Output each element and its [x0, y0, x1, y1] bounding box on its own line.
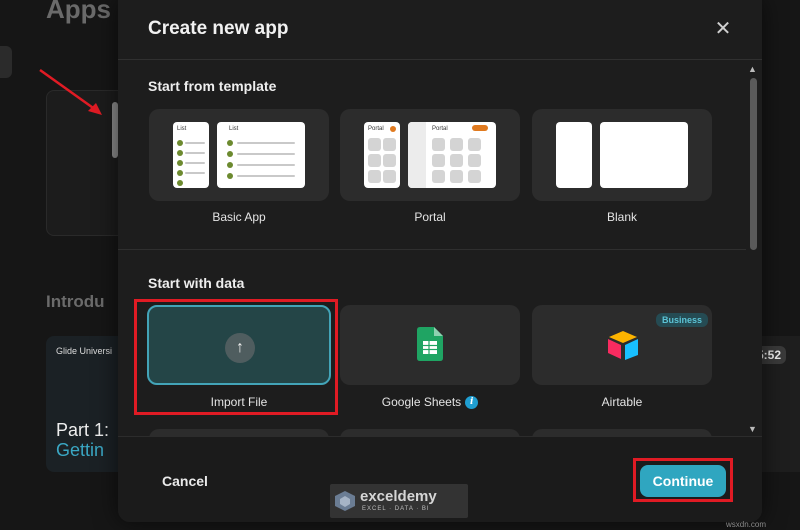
- info-icon[interactable]: i: [465, 396, 479, 410]
- grid-square: [383, 170, 396, 183]
- video-brand: Glide Universi: [56, 346, 113, 356]
- modal-scrollbar[interactable]: ▲ ▼: [746, 64, 760, 436]
- grid-square: [450, 170, 463, 183]
- portal-sidebar: [408, 122, 426, 188]
- video-part: Part 1:: [56, 420, 110, 440]
- exceldemy-logo-icon: [335, 491, 355, 511]
- modal-header: Create new app ✕: [118, 0, 762, 60]
- data-source-google-sheets[interactable]: [340, 305, 520, 385]
- site-tag: wsxdn.com: [726, 520, 767, 529]
- list-dot: [227, 151, 233, 157]
- list-line: [185, 152, 205, 154]
- thumb-text-portal: Portal: [432, 126, 448, 132]
- grid-square: [368, 138, 381, 151]
- intro-heading: Introdu: [46, 292, 105, 311]
- grid-square: [468, 154, 481, 167]
- section-divider: [118, 249, 746, 250]
- modal-title: Create new app: [148, 18, 289, 39]
- watermark-name: exceldemy: [360, 488, 437, 505]
- airtable-icon: [608, 331, 638, 360]
- section-title-template: Start from template: [148, 78, 277, 94]
- data-source-label-airtable: Airtable: [601, 395, 643, 409]
- template-blank[interactable]: [532, 109, 712, 201]
- list-dot: [177, 150, 183, 156]
- list-line: [237, 153, 295, 155]
- create-app-modal: Create new app ✕ Start from template Lis…: [118, 0, 762, 522]
- basic-app-thumb-desktop: List: [217, 122, 305, 188]
- grid-square: [432, 138, 445, 151]
- cancel-button[interactable]: Cancel: [162, 473, 208, 489]
- grid-square: [468, 170, 481, 183]
- thumb-text-portal: Portal: [368, 126, 384, 132]
- scroll-thumb[interactable]: [750, 78, 757, 250]
- list-dot: [227, 140, 233, 146]
- list-dot: [177, 160, 183, 166]
- template-basic-app[interactable]: List List: [149, 109, 329, 201]
- google-sheets-icon: [417, 327, 443, 361]
- list-dot: [227, 173, 233, 179]
- grid-square: [383, 138, 396, 151]
- data-source-label-google-sheets: Google Sheets i: [340, 395, 520, 410]
- portal-thumb-phone: Portal: [364, 122, 400, 188]
- thumb-text-list: List: [177, 126, 187, 132]
- close-icon[interactable]: ✕: [712, 18, 734, 40]
- highlight-continue: [633, 458, 733, 502]
- scroll-up-icon[interactable]: ▲: [748, 64, 757, 74]
- data-source-more-3[interactable]: [532, 429, 712, 436]
- grid-square: [432, 154, 445, 167]
- video-card[interactable]: Glide Universi Part 1: Gettin: [46, 336, 126, 472]
- data-source-airtable[interactable]: Business: [532, 305, 712, 385]
- section-title-data: Start with data: [148, 275, 245, 291]
- side-tab[interactable]: [0, 46, 12, 78]
- portal-thumb-desktop: Portal: [408, 122, 496, 188]
- grid-square: [468, 138, 481, 151]
- watermark: exceldemy EXCEL · DATA · BI: [330, 484, 468, 518]
- portal-badge-dot: [390, 126, 396, 132]
- template-label-blank: Blank: [606, 210, 638, 224]
- list-dot: [177, 180, 183, 186]
- list-dot: [227, 162, 233, 168]
- list-dot: [177, 170, 183, 176]
- grid-square: [368, 154, 381, 167]
- basic-app-thumb-phone: List: [173, 122, 209, 188]
- list-dot: [177, 140, 183, 146]
- business-badge: Business: [656, 313, 709, 327]
- watermark-tagline: EXCEL · DATA · BI: [362, 506, 430, 512]
- blank-thumb-desktop: [600, 122, 688, 188]
- list-line: [237, 175, 295, 177]
- data-source-more-1[interactable]: [149, 429, 329, 436]
- video-subtitle: Gettin: [56, 440, 105, 460]
- list-line: [185, 162, 205, 164]
- grid-square: [432, 170, 445, 183]
- template-label-portal: Portal: [414, 210, 446, 224]
- list-line: [185, 172, 205, 174]
- portal-badge-pill: [472, 125, 488, 131]
- page-title: Apps: [46, 0, 111, 24]
- blank-thumb-phone: [556, 122, 592, 188]
- grid-square: [450, 138, 463, 151]
- grid-square: [368, 170, 381, 183]
- highlight-import-file: [134, 299, 338, 415]
- list-line: [237, 142, 295, 144]
- annotation-arrow: [39, 68, 102, 115]
- thumb-text-list: List: [229, 126, 239, 132]
- list-line: [237, 164, 295, 166]
- list-line: [185, 142, 205, 144]
- scroll-down-icon[interactable]: ▼: [748, 424, 757, 434]
- google-sheets-text: Google Sheets: [381, 395, 462, 409]
- grid-square: [383, 154, 396, 167]
- grid-square: [450, 154, 463, 167]
- template-label-basic-app: Basic App: [212, 210, 266, 224]
- template-portal[interactable]: Portal Portal: [340, 109, 520, 201]
- data-source-more-2[interactable]: [340, 429, 520, 436]
